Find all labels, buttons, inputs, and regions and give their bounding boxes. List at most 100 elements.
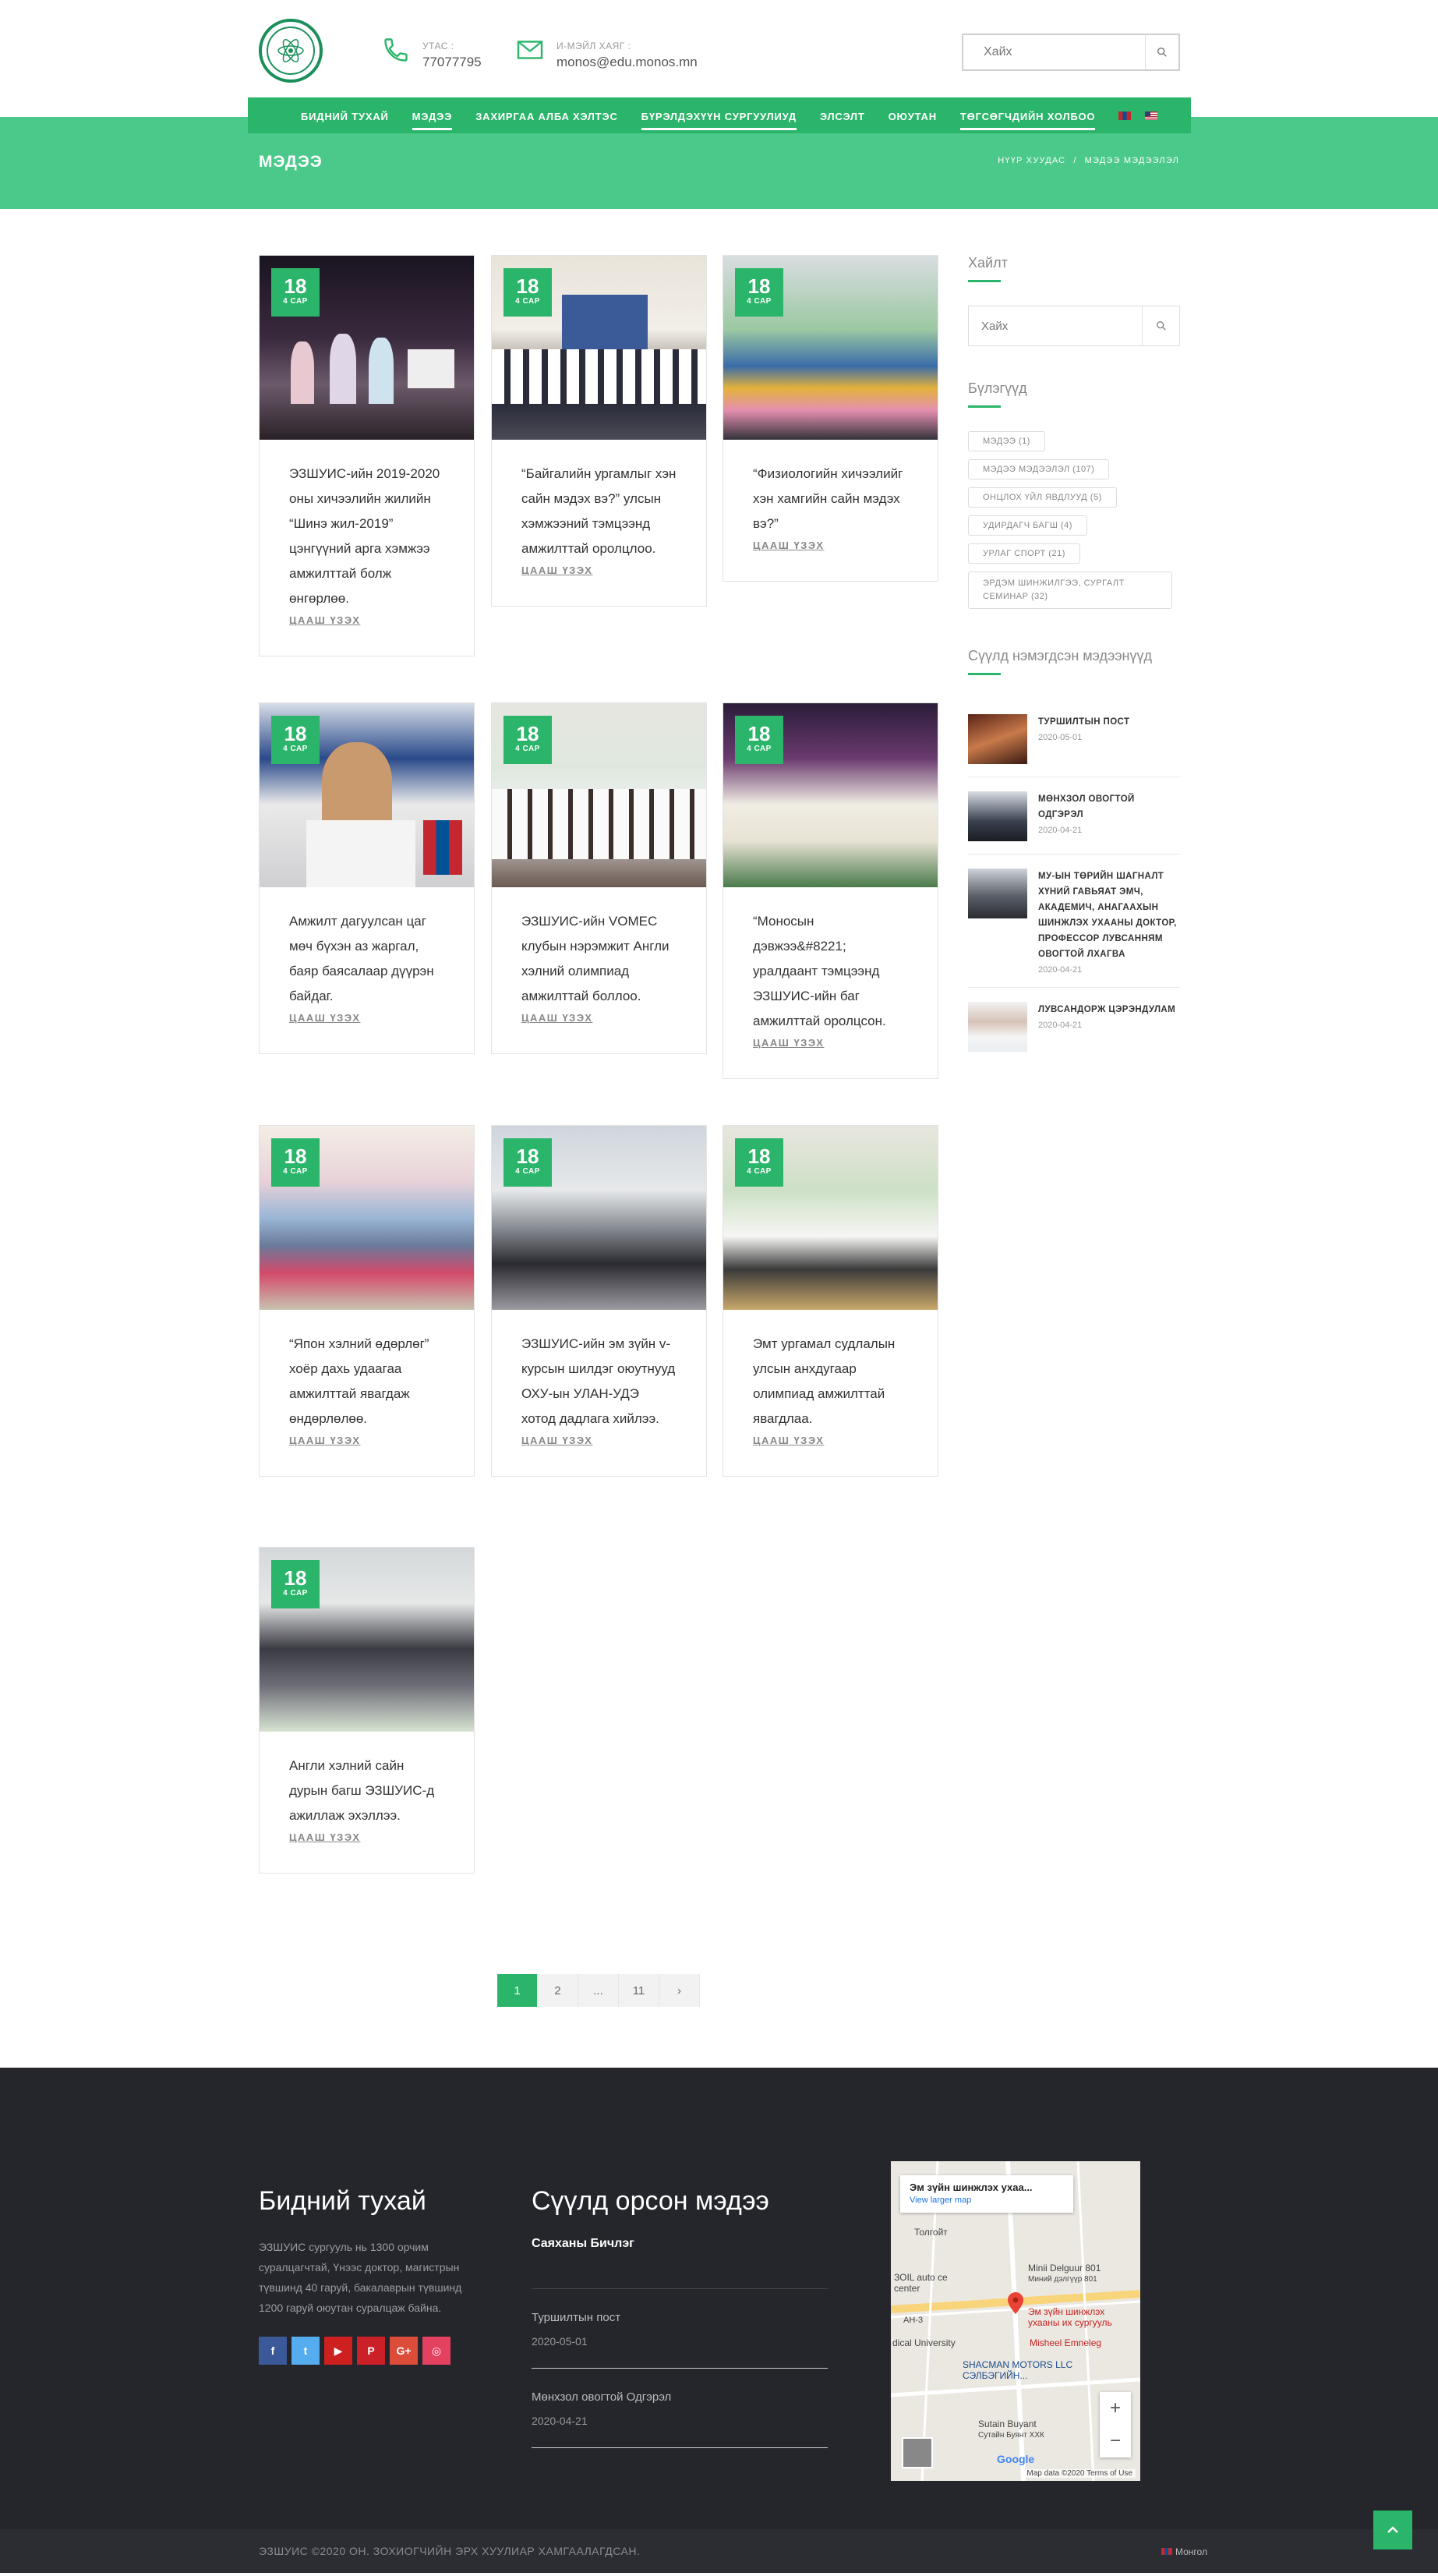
recent-post-title[interactable]: МУ-ЫН ТӨРИЙН ШАГНАЛТ ХҮНИЙ ГАВЬЯАТ ЭМЧ, … bbox=[1038, 869, 1180, 962]
nav-schools[interactable]: БҮРЭЛДЭХҮҮН СУРГУУЛИУД bbox=[641, 100, 797, 132]
zoom-in-button[interactable]: + bbox=[1100, 2392, 1131, 2425]
recent-post-thumbnail[interactable] bbox=[968, 714, 1027, 764]
footer-news-title-item[interactable]: Туршилтын пост bbox=[532, 2311, 828, 2324]
back-to-top-button[interactable] bbox=[1373, 2511, 1412, 2549]
post-image[interactable]: 18 4 САР bbox=[260, 256, 474, 440]
phone-number[interactable]: 77077795 bbox=[422, 55, 482, 70]
post-day: 18 bbox=[284, 274, 307, 298]
post-month: 4 САР bbox=[515, 297, 540, 306]
category-tag[interactable]: ЭРДЭМ ШИНЖИЛГЭЭ, СУРГАЛТ СЕМИНАР (32) bbox=[968, 571, 1172, 609]
post-card: 18 4 САР ЭЗШУИС-ийн 2019-2020 оны хичээли… bbox=[259, 255, 475, 656]
recent-post[interactable]: ЛУВСАНДОРЖ ЦЭРЭНДУЛАМ 2020-04-21 bbox=[968, 988, 1180, 1064]
post-title[interactable]: Эмт ургамал судлалын улсын анхдугаар оли… bbox=[753, 1332, 908, 1431]
category-tag[interactable]: УРЛАГ СПОРТ (21) bbox=[968, 543, 1080, 564]
footer-news-title-item[interactable]: Мөнхзол овогтой Одгэрэл bbox=[532, 2390, 828, 2404]
page-11[interactable]: 11 bbox=[619, 1974, 659, 2007]
language-label[interactable]: Монгол bbox=[1175, 2546, 1207, 2557]
map-attribution[interactable]: Map data ©2020 Terms of Use bbox=[1023, 2469, 1136, 2478]
header-search-input[interactable] bbox=[963, 35, 1145, 69]
post-image[interactable]: 18 4 САР bbox=[723, 703, 938, 887]
footer-news-title: Сүүлд орсон мэдээ bbox=[532, 2186, 769, 2216]
read-more-link[interactable]: ЦААШ ҮЗЭХ bbox=[521, 1012, 592, 1024]
category-tag[interactable]: ОНЦЛОХ ҮЙЛ ЯВДЛУУД (5) bbox=[968, 487, 1117, 508]
post-title[interactable]: “Физиологийн хичээлийг хэн хамгийн сайн … bbox=[753, 462, 908, 536]
post-month: 4 САР bbox=[515, 745, 540, 753]
post-image[interactable]: 18 4 САР bbox=[492, 703, 706, 887]
header-search-button[interactable] bbox=[1145, 35, 1178, 69]
email-address[interactable]: monos@edu.monos.mn bbox=[556, 55, 698, 70]
recent-post-title[interactable]: МӨНХЗОЛ ОВОГТОЙ ОДГЭРЭЛ bbox=[1038, 791, 1180, 823]
location-map[interactable]: Эм зүйн шинжлэх ухаа... View larger map … bbox=[891, 2161, 1140, 2481]
google-plus-icon[interactable]: G+ bbox=[390, 2337, 418, 2365]
map-pin-icon[interactable] bbox=[1008, 2292, 1023, 2314]
nav-about[interactable]: БИДНИЙ ТУХАЙ bbox=[301, 100, 389, 132]
page-2[interactable]: 2 bbox=[538, 1974, 578, 2007]
twitter-icon[interactable]: t bbox=[291, 2337, 320, 2365]
nav-alumni[interactable]: ТӨГСӨГЧДИЙН ХОЛБОО bbox=[959, 100, 1096, 132]
read-more-link[interactable]: ЦААШ ҮЗЭХ bbox=[753, 540, 824, 551]
category-tag[interactable]: УДИРДАГЧ БАГШ (4) bbox=[968, 515, 1087, 536]
footer-news-item[interactable]: Мөнхзол овогтой Одгэрэл 2020-04-21 bbox=[532, 2369, 828, 2448]
post-image[interactable]: 18 4 САР bbox=[260, 1126, 474, 1310]
recent-post-thumbnail[interactable] bbox=[968, 791, 1027, 841]
youtube-icon[interactable]: ▶ bbox=[324, 2337, 352, 2365]
post-image[interactable]: 18 4 САР bbox=[723, 256, 938, 440]
category-tag[interactable]: МЭДЭЭ МЭДЭЭЛЭЛ (107) bbox=[968, 459, 1110, 479]
post-date-badge: 18 4 САР bbox=[735, 716, 783, 764]
zoom-out-button[interactable]: − bbox=[1100, 2425, 1131, 2457]
page-1[interactable]: 1 bbox=[497, 1974, 538, 2007]
next-page-button[interactable]: › bbox=[659, 1974, 700, 2007]
category-tag[interactable]: МЭДЭЭ (1) bbox=[968, 431, 1045, 451]
post-title[interactable]: “Япон хэлний өдөрлөг” хоёр дахь удаагаа … bbox=[289, 1332, 444, 1431]
read-more-link[interactable]: ЦААШ ҮЗЭХ bbox=[521, 1435, 592, 1446]
post-title[interactable]: ЭЗШУИС-ийн VOMEC клубын нэрэмжит Англи х… bbox=[521, 909, 677, 1009]
read-more-link[interactable]: ЦААШ ҮЗЭХ bbox=[753, 1037, 824, 1049]
recent-post-thumbnail[interactable] bbox=[968, 1002, 1027, 1052]
nav-administration[interactable]: ЗАХИРГАА АЛБА ХЭЛТЭС bbox=[475, 100, 617, 132]
post-title[interactable]: “Байгалийн ургамлыг хэн сайн мэдэх вэ?” … bbox=[521, 462, 677, 561]
recent-post[interactable]: ТУРШИЛТЫН ПОСТ 2020-05-01 bbox=[968, 700, 1180, 777]
map-larger-link[interactable]: View larger map bbox=[910, 2196, 1064, 2205]
recent-post[interactable]: МӨНХЗОЛ ОВОГТОЙ ОДГЭРЭЛ 2020-04-21 bbox=[968, 777, 1180, 855]
post-title[interactable]: “Моносын дэвжээ&#8221; уралдаант тэмцээн… bbox=[753, 909, 908, 1034]
page-ellipsis: ... bbox=[578, 1974, 619, 2007]
post-title[interactable]: ЭЗШУИС-ийн 2019-2020 оны хичээлийн жилий… bbox=[289, 462, 444, 611]
pinterest-icon[interactable]: P bbox=[357, 2337, 385, 2365]
mongolian-flag-icon[interactable] bbox=[1118, 111, 1132, 120]
post-title[interactable]: ЭЗШУИС-ийн эм зүйн v-курсын шилдэг оюутн… bbox=[521, 1332, 677, 1431]
post-image[interactable]: 18 4 САР bbox=[260, 703, 474, 887]
university-logo[interactable] bbox=[259, 19, 323, 83]
read-more-link[interactable]: ЦААШ ҮЗЭХ bbox=[753, 1435, 824, 1446]
read-more-link[interactable]: ЦААШ ҮЗЭХ bbox=[289, 1831, 360, 1843]
recent-post-title[interactable]: ЛУВСАНДОРЖ ЦЭРЭНДУЛАМ bbox=[1038, 1002, 1175, 1017]
post-image[interactable]: 18 4 САР bbox=[492, 256, 706, 440]
read-more-link[interactable]: ЦААШ ҮЗЭХ bbox=[521, 564, 592, 576]
footer-news-date: 2020-05-01 bbox=[532, 2335, 588, 2348]
search-icon bbox=[1156, 321, 1166, 331]
footer-news-item[interactable]: Туршилтын пост 2020-05-01 bbox=[532, 2289, 828, 2369]
recent-post-title[interactable]: ТУРШИЛТЫН ПОСТ bbox=[1038, 714, 1129, 730]
post-image[interactable]: 18 4 САР bbox=[260, 1548, 474, 1732]
post-day: 18 bbox=[747, 722, 771, 745]
post-image[interactable]: 18 4 САР bbox=[723, 1126, 938, 1310]
instagram-icon[interactable]: ◎ bbox=[422, 2337, 450, 2365]
read-more-link[interactable]: ЦААШ ҮЗЭХ bbox=[289, 614, 360, 626]
post-title[interactable]: Англи хэлний сайн дурын багш ЭЗШУИС-д аж… bbox=[289, 1753, 444, 1828]
sidebar-search-button[interactable] bbox=[1142, 306, 1179, 345]
sidebar-search-input[interactable] bbox=[969, 306, 1142, 345]
facebook-icon[interactable]: f bbox=[259, 2337, 287, 2365]
post-image[interactable]: 18 4 САР bbox=[492, 1126, 706, 1310]
recent-post-thumbnail[interactable] bbox=[968, 869, 1027, 918]
english-flag-icon[interactable] bbox=[1145, 111, 1158, 120]
breadcrumb-home[interactable]: НҮҮР ХУУДАС bbox=[998, 156, 1065, 165]
nav-admission[interactable]: ЭЛСЭЛТ bbox=[820, 100, 865, 132]
nav-students[interactable]: ОЮУТАН bbox=[889, 100, 937, 132]
map-satellite-toggle[interactable] bbox=[902, 2437, 933, 2468]
post-title[interactable]: Амжилт дагуулсан цаг мөч бүхэн аз жаргал… bbox=[289, 909, 444, 1009]
nav-news[interactable]: МЭДЭЭ bbox=[412, 100, 453, 132]
post-month: 4 САР bbox=[283, 1589, 308, 1598]
read-more-link[interactable]: ЦААШ ҮЗЭХ bbox=[289, 1435, 360, 1446]
read-more-link[interactable]: ЦААШ ҮЗЭХ bbox=[289, 1012, 360, 1024]
language-switcher[interactable]: Монгол bbox=[1161, 2546, 1207, 2557]
recent-post[interactable]: МУ-ЫН ТӨРИЙН ШАГНАЛТ ХҮНИЙ ГАВЬЯАТ ЭМЧ, … bbox=[968, 855, 1180, 988]
